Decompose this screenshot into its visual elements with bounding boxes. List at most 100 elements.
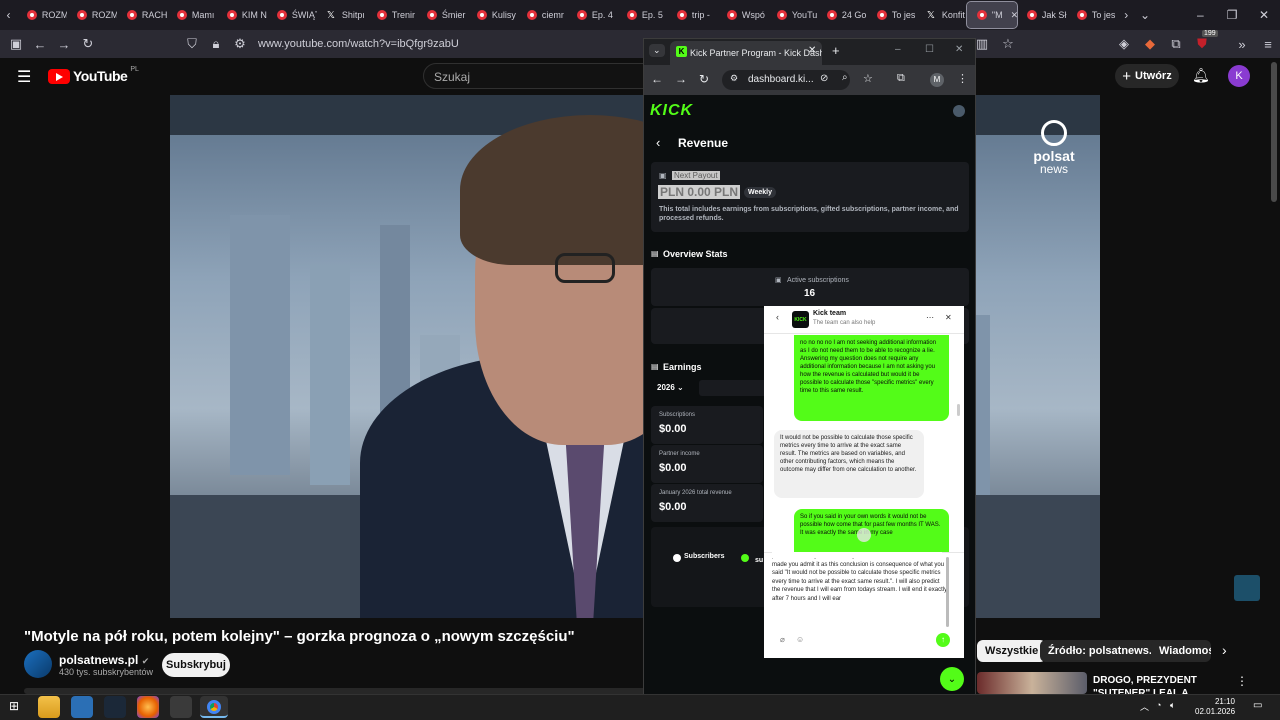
browser-tab[interactable]: ciemr (517, 0, 567, 30)
overflow-menu-icon[interactable]: » (1230, 37, 1254, 52)
emoji-icon[interactable]: ☺ (796, 635, 804, 644)
minimize-icon[interactable]: – (1184, 8, 1216, 22)
more-actions-icon[interactable]: ⋮ (1236, 674, 1248, 688)
chrome-minimize-icon[interactable]: – (895, 44, 901, 55)
browser-tab[interactable]: ROZM (17, 0, 67, 30)
extensions-puzzle-icon[interactable]: ⧉ (1164, 36, 1188, 52)
chrome-menu-icon[interactable]: ⋮ (957, 72, 968, 85)
chat-toggle-button[interactable]: ⌄ (940, 667, 964, 691)
browser-tab[interactable]: Ep. 5 (617, 0, 667, 30)
permissions-icon[interactable]: ⚙︎ (228, 36, 252, 52)
back-icon[interactable]: ← (28, 37, 52, 52)
close-tab-icon[interactable]: ✕ (808, 45, 816, 56)
tray-chevron-icon[interactable]: ︿ (1140, 700, 1149, 713)
steam-icon[interactable] (104, 696, 126, 718)
file-explorer-icon[interactable] (38, 696, 60, 718)
chip-news[interactable]: Wiadomośc (1151, 640, 1211, 662)
browser-tab[interactable]: Trenir (367, 0, 417, 30)
chrome-extensions-icon[interactable]: ⧉ (897, 72, 905, 85)
start-windows-icon[interactable]: ⊞ (9, 699, 19, 713)
volume-icon[interactable]: 🔈︎ (1170, 700, 1175, 711)
revenue-back-icon[interactable]: ‹ (656, 135, 660, 150)
browser-tab[interactable]: trip - (667, 0, 717, 30)
extension-fox-icon[interactable]: ◆ (1138, 36, 1162, 52)
channel-avatar[interactable] (24, 650, 52, 678)
maximize-icon[interactable]: ❐ (1216, 8, 1248, 22)
browser-tab[interactable]: YouTu (767, 0, 817, 30)
month-select[interactable] (699, 380, 769, 396)
address-bar[interactable]: www.youtube.com/watch?v=ibQfgr9zabU (258, 38, 459, 50)
chat-back-icon[interactable]: ‹ (776, 312, 779, 322)
browser-tab[interactable]: 𝕏 Konfit (917, 0, 967, 30)
chrome-tab-kick[interactable]: Kick Partner Program - Kick Dash (670, 41, 822, 65)
ublock-icon[interactable]: ⛊ 199 (1190, 30, 1218, 52)
firefox-icon[interactable] (137, 696, 159, 718)
tab-scroll-right-icon[interactable]: › (1117, 8, 1136, 22)
browser-tab[interactable]: RACH (117, 0, 167, 30)
chrome-taskbar-icon[interactable] (200, 696, 228, 718)
browser-tab[interactable]: KIM N (217, 0, 267, 30)
chat-options-icon[interactable]: ⋯ (926, 313, 934, 322)
kick-logo[interactable]: KICK (650, 102, 693, 120)
chrome-profile-avatar[interactable]: M (930, 73, 944, 87)
browser-tab[interactable]: Ep. 4 (567, 0, 617, 30)
tab-scroll-left-icon[interactable]: ‹ (0, 8, 17, 22)
site-info-icon[interactable]: ⚙︎ (730, 73, 738, 84)
browser-tab[interactable]: 24 Go (817, 0, 867, 30)
browser-tab[interactable]: Mamı (167, 0, 217, 30)
sidebar-icon[interactable]: ▣ (4, 36, 28, 52)
close-window-icon[interactable]: ✕ (1248, 8, 1280, 22)
chrome-address-bar[interactable]: dashboard.ki... (722, 70, 850, 90)
hamburger-menu-icon[interactable]: ☰ (17, 67, 31, 87)
browser-tab[interactable]: ROZM (67, 0, 117, 30)
account-avatar[interactable]: K (1228, 65, 1250, 87)
chrome-reload-icon[interactable]: ↻ (699, 72, 709, 86)
notifications-bell-icon[interactable]: 🔔︎ (1192, 67, 1210, 84)
reload-icon[interactable]: ↻ (76, 36, 100, 52)
channel-name[interactable]: polsatnews.pl ✔ (59, 653, 149, 667)
subscribe-button[interactable]: Subskrybuj (162, 653, 230, 677)
recommended-thumbnail[interactable] (977, 672, 1087, 694)
chrome-forward-icon[interactable]: → (675, 72, 687, 86)
youtube-logo[interactable]: YouTube PL (48, 66, 139, 84)
app-menu-icon[interactable]: ≡ (1256, 37, 1280, 52)
extension-shield-icon[interactable]: ◈ (1112, 36, 1136, 52)
browser-tab[interactable]: Śmier (417, 0, 467, 30)
network-icon[interactable]: ◔ (1156, 700, 1161, 710)
year-select[interactable]: 2026 ⌄ (657, 383, 684, 392)
browser-tab[interactable]: "M ✕ (965, 1, 1018, 29)
composer-scrollbar[interactable] (946, 557, 949, 627)
browser-tab[interactable]: Jak Sł (1017, 0, 1067, 30)
recommended-video-title[interactable]: DROGO, PREZYDENT "SUTENER" LEAL A UKRAIŃ… (1093, 674, 1228, 696)
send-button[interactable]: ↑ (936, 633, 950, 647)
chat-scrollbar[interactable] (957, 404, 960, 416)
browser-tab[interactable]: Kulisy (467, 0, 517, 30)
computer-icon[interactable] (71, 696, 93, 718)
zoom-icon[interactable]: ⌕ (842, 72, 848, 83)
scroll-to-bottom-button[interactable] (857, 528, 871, 542)
bookmark-star-icon[interactable]: ☆ (996, 36, 1020, 52)
new-tab-icon[interactable]: + (832, 43, 840, 58)
notification-center-icon[interactable]: ▭ (1253, 700, 1262, 711)
chrome-bookmark-icon[interactable]: ☆ (863, 72, 873, 85)
kick-user-avatar[interactable] (953, 105, 965, 117)
create-button[interactable]: + Utwórz (1115, 64, 1179, 88)
browser-tab[interactable]: To jes (1067, 0, 1117, 30)
chips-next-icon[interactable]: › (1222, 642, 1227, 658)
page-scrollbar[interactable] (1271, 62, 1277, 202)
chat-close-icon[interactable]: ✕ (945, 313, 952, 322)
shield-icon[interactable]: ⛉ (180, 36, 204, 52)
taskbar-clock[interactable]: 21:10 02.01.2026 (1195, 697, 1235, 717)
search-input[interactable]: Szukaj (423, 63, 653, 89)
chrome-back-icon[interactable]: ← (651, 72, 663, 86)
browser-tab[interactable]: ŚWIĄT (267, 0, 317, 30)
tab-list-chevron-icon[interactable]: ⌄ (1136, 8, 1155, 22)
browser-tab[interactable]: To jes (867, 0, 917, 30)
browser-tab[interactable]: 𝕏 Shitpı (317, 0, 367, 30)
browser-tab[interactable]: Wspó (717, 0, 767, 30)
app-icon[interactable] (170, 696, 192, 718)
attach-icon[interactable]: ⌀ (780, 635, 785, 644)
chat-message-input[interactable]: prove. Score any doubt already that acco… (772, 552, 948, 634)
chrome-maximize-icon[interactable]: ☐ (925, 44, 934, 55)
chrome-close-icon[interactable]: ✕ (955, 44, 963, 55)
